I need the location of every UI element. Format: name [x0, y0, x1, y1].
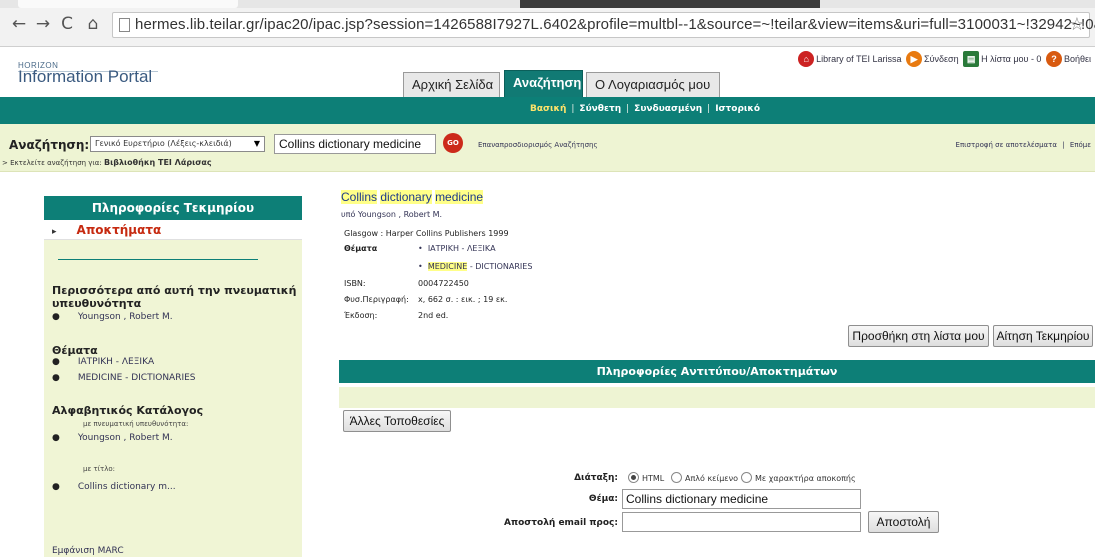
subnav-advanced[interactable]: Σύνθετη — [579, 104, 621, 114]
title-word: Collins — [341, 190, 378, 204]
browser-tabstrip — [0, 0, 1095, 8]
record-subject-link[interactable]: • MEDICINE - DICTIONARIES — [418, 262, 532, 271]
format-radio-plain[interactable] — [671, 472, 682, 483]
record-title[interactable]: Collins dictionary medicine — [341, 190, 484, 204]
isbn-value: 0004722450 — [418, 279, 469, 288]
record-subject-link[interactable]: • ΙΑΤΡΙΚΗ - ΛΕΞΙΚΑ — [418, 244, 496, 253]
subnav-history[interactable]: Ιστορικό — [715, 104, 760, 114]
bookmark-star-icon[interactable]: ☆ — [1069, 14, 1085, 35]
subjects-title: Θέματα — [52, 344, 98, 357]
login-icon[interactable]: ▶ — [906, 51, 923, 67]
email-to-input[interactable] — [622, 512, 861, 532]
tab-search[interactable]: Αναζήτηση — [504, 70, 583, 97]
more-by-author-link[interactable]: ● Youngson , Robert M. — [52, 312, 173, 322]
search-index-select[interactable]: Γενικό Ευρετήριο (Λέξεις-κλειδιά) ▼ — [90, 136, 265, 152]
logo-main-text[interactable]: Information Portal — [18, 67, 152, 87]
alpha-author-sublabel: με πνευματική υπευθυνότητα: — [83, 420, 189, 428]
subjects-label: Θέματα — [344, 244, 378, 253]
back-arrow-icon[interactable]: ← — [10, 14, 28, 34]
send-button[interactable]: Αποστολή — [868, 511, 939, 533]
copies-heading: Πληροφορίες Αντιτύπου/Αποκτημάτων — [339, 360, 1095, 383]
my-list-link[interactable]: Η λίστα μου - 0 — [981, 54, 1041, 64]
title-word: medicine — [435, 190, 484, 204]
sidebar-item-holdings-label[interactable]: Αποκτήματα — [77, 223, 162, 237]
show-marc-link[interactable]: Εμφάνιση MARC — [52, 546, 124, 556]
record-publication: Glasgow : Harper Collins Publishers 1999 — [344, 229, 509, 238]
sidebar-divider — [58, 259, 258, 260]
forward-arrow-icon[interactable]: → — [34, 14, 52, 34]
help-icon[interactable]: ? — [1045, 51, 1062, 67]
url-text[interactable]: hermes.lib.teilar.gr/ipac20/ipac.jsp?ses… — [135, 16, 1095, 33]
search-subnav: Βασική | Σύνθετη | Συνδυασμένη | Ιστορικό — [0, 97, 1095, 124]
go-button[interactable]: GO — [443, 133, 463, 153]
help-link[interactable]: Βοήθει — [1064, 54, 1091, 64]
record-author[interactable]: υπό Youngson , Robert M. — [341, 210, 442, 219]
sidebar-subject-link[interactable]: ● ΙΑΤΡΙΚΗ - ΛΕΞΙΚΑ — [52, 357, 154, 367]
site-header: HORIZON Information Portal ⌂ Library of T… — [0, 47, 1095, 97]
more-by-author-title-line2: υπευθυνότητα — [52, 297, 142, 310]
edition-label: Έκδοση: — [344, 311, 378, 320]
alpha-title-link[interactable]: ● Collins dictionary m... — [52, 482, 176, 492]
reload-icon[interactable]: C — [58, 14, 76, 34]
library-link[interactable]: Library of TEI Larissa — [816, 54, 901, 64]
format-radio-html[interactable] — [628, 472, 639, 483]
isbn-label: ISBN: — [344, 279, 366, 288]
top-links: ⌂ Library of TEI Larissa ▶ Σύνδεση ▤ Η λίστ… — [796, 51, 1091, 67]
edition-value: 2nd ed. — [418, 311, 449, 320]
other-locations-button[interactable]: Άλλες Τοποθεσίες — [343, 410, 451, 432]
physical-description-value: x, 662 σ. : εικ. ; 19 εκ. — [418, 295, 508, 304]
alpha-author-link[interactable]: ● Youngson , Robert M. — [52, 433, 173, 443]
physical-description-label: Φυσ.Περιγραφή: — [344, 295, 409, 304]
format-delimited-label[interactable]: Με χαρακτήρα αποκοπής — [755, 474, 856, 483]
email-subject-input[interactable]: Collins dictionary medicine — [622, 489, 861, 509]
add-to-list-button[interactable]: Προσθήκη στη λίστα μου — [848, 325, 989, 347]
my-list-icon[interactable]: ▤ — [963, 51, 980, 67]
search-scope-note: > Εκτελείτε αναζήτηση για: Βιβλιοθήκη ΤΕ… — [2, 158, 212, 167]
alpha-catalog-title: Αλφαβητικός Κατάλογος — [52, 404, 204, 417]
subnav-basic[interactable]: Βασική — [530, 104, 566, 114]
search-scope-prefix: > Εκτελείτε αναζήτηση για: — [2, 159, 102, 167]
sidebar-item-holdings[interactable]: ▸ Αποκτήματα — [44, 220, 302, 240]
sidebar-heading: Πληροφορίες Τεκμηρίου — [44, 196, 302, 220]
search-input[interactable]: Collins dictionary medicine — [274, 134, 436, 154]
page-icon — [119, 18, 130, 32]
login-link[interactable]: Σύνδεση — [924, 54, 959, 64]
search-band: Αναζήτηση: Γενικό Ευρετήριο (Λέξεις-κλει… — [0, 124, 1095, 172]
browser-toolbar: ← → C ⌂ hermes.lib.teilar.gr/ipac20/ipac… — [0, 0, 1095, 47]
library-icon[interactable]: ⌂ — [798, 51, 815, 67]
address-bar[interactable]: hermes.lib.teilar.gr/ipac20/ipac.jsp?ses… — [112, 12, 1095, 38]
browser-tab[interactable] — [18, 0, 238, 8]
title-word: dictionary — [380, 190, 432, 204]
browser-tab-dark[interactable] — [520, 0, 820, 8]
refine-search-link[interactable]: Επαναπροσδιορισμός Αναζήτησης — [478, 141, 598, 149]
request-item-button[interactable]: Αίτηση Τεκμηρίου — [993, 325, 1093, 347]
item-info-sidebar: Πληροφορίες Τεκμηρίου ▸ Αποκτήματα Περισσ… — [44, 196, 302, 557]
search-scope-library: Βιβλιοθήκη ΤΕΙ Λάρισας — [104, 158, 212, 167]
result-nav-links: Επιστροφή σε αποτελέσματα | Επόμε — [955, 141, 1091, 149]
home-icon[interactable]: ⌂ — [84, 14, 102, 34]
format-radio-delimited[interactable] — [741, 472, 752, 483]
format-plain-label[interactable]: Απλό κείμενο — [685, 474, 738, 483]
subject-field-label: Θέμα: — [588, 494, 618, 504]
search-index-value: Γενικό Ευρετήριο (Λέξεις-κλειδιά) — [95, 139, 232, 148]
search-label: Αναζήτηση: — [9, 138, 90, 152]
format-html-label[interactable]: HTML — [642, 474, 664, 483]
format-label: Διάταξη: — [574, 473, 618, 483]
dropdown-arrow-icon[interactable]: ▼ — [254, 137, 260, 151]
copies-band — [339, 387, 1095, 408]
alpha-title-sublabel: με τίτλο: — [83, 465, 116, 473]
subnav-combined[interactable]: Συνδυασμένη — [634, 104, 702, 114]
bullet-icon: ▸ — [52, 227, 57, 237]
back-to-results-link[interactable]: Επιστροφή σε αποτελέσματα — [956, 141, 1057, 149]
tab-my-account[interactable]: Ο Λογαριασμός μου — [586, 72, 720, 97]
next-link[interactable]: Επόμε — [1070, 141, 1091, 149]
tab-home[interactable]: Αρχική Σελίδα — [403, 72, 500, 97]
email-to-label: Αποστολή email προς: — [504, 518, 618, 528]
sidebar-subject-link[interactable]: ● MEDICINE - DICTIONARIES — [52, 373, 196, 383]
more-by-author-title-line1: Περισσότερα από αυτή την πνευματική — [52, 284, 297, 297]
